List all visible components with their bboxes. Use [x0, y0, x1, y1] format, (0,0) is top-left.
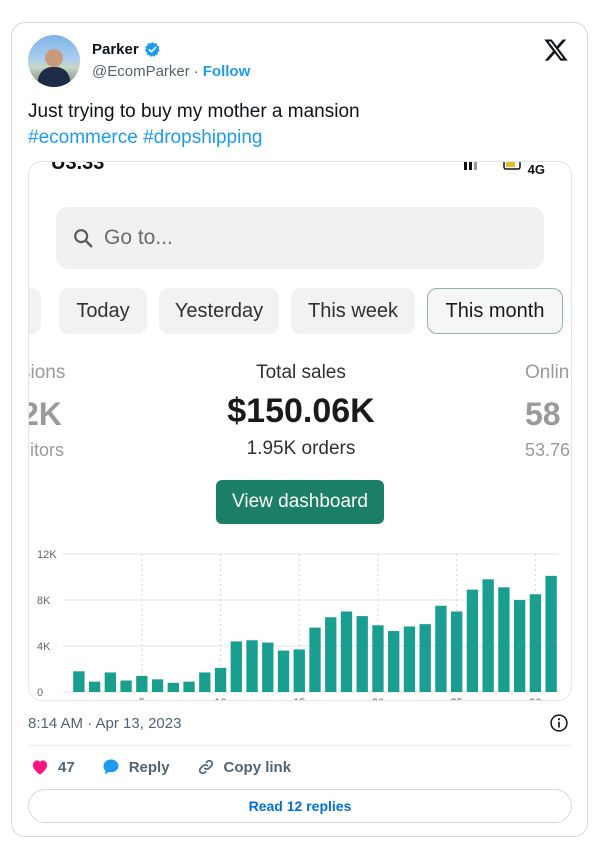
chart-bar	[277, 650, 290, 692]
y-tick-label: 4K	[37, 641, 51, 653]
handle-separator: ·	[193, 63, 199, 80]
reply-action[interactable]: Reply	[101, 757, 170, 777]
right-stat-value: 58	[525, 396, 561, 432]
chart-bar	[183, 681, 195, 692]
x-tick-label: 25	[451, 697, 463, 701]
filter-chip-yesterday[interactable]: Yesterday	[159, 288, 279, 334]
chart-bar	[372, 625, 384, 692]
reply-label: Reply	[128, 758, 170, 776]
orders-count: 1.95K orders	[246, 438, 356, 459]
author-name[interactable]: Parker	[92, 41, 139, 58]
chart-bar	[230, 641, 242, 692]
chart-bar	[199, 672, 211, 692]
chart-bar	[309, 627, 321, 692]
like-count: 47	[58, 758, 75, 776]
total-sales-value: $150.06K	[227, 392, 375, 430]
network-label: 4G	[527, 162, 545, 177]
chart-bar	[151, 679, 164, 692]
chart-bar	[214, 667, 227, 692]
view-dashboard-button[interactable]: View dashboard	[216, 480, 384, 524]
chart-bar	[482, 579, 494, 692]
status-network: 4G	[464, 162, 545, 177]
tweet-card: Parker @EcomParker · Follow Just trying …	[11, 22, 588, 837]
search-icon	[74, 229, 93, 248]
chart-bar	[466, 589, 479, 692]
author-handle[interactable]: @EcomParker	[92, 63, 190, 80]
filter-chip-this-week[interactable]: This week	[291, 288, 415, 334]
chart-bar	[498, 587, 510, 692]
chart-bar	[88, 681, 101, 692]
follow-link[interactable]: Follow	[203, 63, 251, 80]
x-tick-label: 5	[139, 697, 145, 701]
chart-bar	[104, 672, 117, 692]
chart-bar	[262, 642, 274, 692]
right-stat: Onlin 58 53.76	[525, 362, 570, 461]
chart-bar	[388, 631, 400, 692]
info-icon[interactable]	[549, 713, 569, 733]
right-stat-sub: 53.76	[525, 440, 571, 460]
filter-chip-today[interactable]: Today	[59, 288, 147, 334]
link-icon	[198, 759, 213, 775]
chart-bar	[340, 611, 353, 692]
chart-bar	[356, 616, 368, 692]
chart-bar	[451, 611, 463, 692]
attached-screenshot[interactable]: U3.33 4G Go to... e Today Yesterday This…	[28, 161, 572, 701]
chart-bar	[136, 675, 148, 692]
filter-chip-partial[interactable]: e	[29, 288, 41, 334]
chart-bar	[325, 617, 337, 692]
chart-bar	[403, 626, 416, 692]
chart-bar	[435, 605, 447, 692]
copy-link-action[interactable]: Copy link	[196, 757, 292, 777]
x-tick-label: 10	[214, 697, 226, 701]
tweet-hashtags[interactable]: #ecommerce #dropshipping	[28, 125, 360, 151]
tweet-body: Just trying to buy my mother a mansion	[28, 101, 360, 122]
chart-bar	[545, 575, 557, 692]
author-name-row: Parker	[92, 41, 161, 58]
date-filter-row: e Today Yesterday This week This month	[29, 288, 571, 336]
chart-bar	[419, 624, 431, 692]
y-tick-label: 12K	[37, 549, 57, 561]
chart-bar	[120, 680, 132, 692]
filter-chip-this-month[interactable]: This month	[427, 288, 563, 334]
verified-badge-icon	[144, 42, 160, 57]
sales-bar-chart: 0 4K 8K 12K 5 10 15 20 25 30	[37, 549, 559, 701]
chart-bar	[167, 682, 179, 692]
search-bar[interactable]: Go to...	[56, 207, 544, 269]
avatar-shirt	[38, 67, 70, 87]
action-bar: 47 Reply Copy link	[30, 757, 317, 777]
heart-icon	[32, 760, 48, 775]
search-input[interactable]: Go to...	[104, 226, 173, 250]
chart-bar	[73, 671, 85, 692]
copy-link-label: Copy link	[223, 758, 292, 776]
like-action[interactable]: 47	[30, 757, 75, 777]
x-tick-label: 20	[372, 697, 384, 701]
avatar-face	[45, 49, 63, 67]
chart-bar	[246, 640, 258, 692]
avatar[interactable]	[28, 35, 80, 87]
signal-battery-icon	[464, 162, 521, 170]
status-time: U3.33	[51, 161, 105, 174]
chart-bar	[293, 649, 305, 692]
reply-bubble-icon	[103, 759, 119, 775]
tweet-text: Just trying to buy my mother a mansion #…	[28, 99, 360, 151]
x-tick-label: 30	[529, 697, 541, 701]
y-tick-label: 8K	[37, 595, 51, 607]
author-handle-row: @EcomParker · Follow	[92, 63, 250, 80]
divider	[28, 745, 572, 746]
total-sales-label: Total sales	[256, 362, 346, 383]
chart-bar	[513, 600, 526, 692]
read-replies-button[interactable]: Read 12 replies	[28, 789, 572, 823]
tweet-timestamp[interactable]: 8:14 AM · Apr 13, 2023	[28, 715, 181, 732]
chart-bar	[529, 594, 542, 692]
y-tick-label: 0	[37, 687, 43, 699]
x-tick-label: 15	[293, 697, 305, 701]
right-stat-label: Onlin	[525, 362, 570, 383]
x-logo-icon[interactable]	[543, 37, 569, 63]
total-sales-stat: Total sales $150.06K 1.95K orders	[29, 362, 571, 460]
